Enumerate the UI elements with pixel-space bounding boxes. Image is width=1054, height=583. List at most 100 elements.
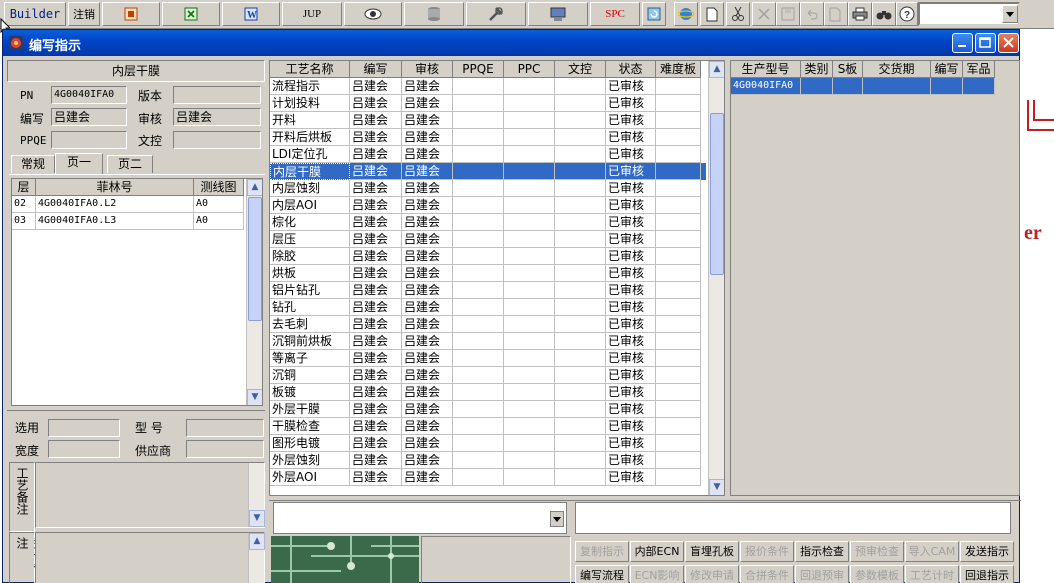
process-cell[interactable]: 已审核 — [606, 78, 656, 95]
process-cell[interactable] — [656, 299, 701, 316]
process-cell[interactable] — [504, 299, 555, 316]
process-cell[interactable] — [656, 435, 701, 452]
tools-icon[interactable] — [466, 2, 526, 26]
process-cell[interactable]: 吕建会 — [350, 435, 402, 452]
process-cell[interactable]: 吕建会 — [350, 316, 402, 333]
test-chart-col-header[interactable]: 测线图 — [194, 179, 244, 196]
process-cell[interactable]: 吕建会 — [402, 180, 453, 197]
layer-col-header[interactable]: 层 — [12, 179, 36, 196]
process-cell[interactable] — [656, 418, 701, 435]
process-cell[interactable] — [453, 469, 504, 486]
process-cell[interactable] — [453, 95, 504, 112]
chevron-down-icon[interactable] — [1002, 5, 1018, 23]
process-cell[interactable]: 吕建会 — [350, 231, 402, 248]
process-cell[interactable]: 吕建会 — [402, 95, 453, 112]
process-cell[interactable] — [656, 452, 701, 469]
process-cell[interactable] — [555, 350, 606, 367]
process-cell[interactable]: 吕建会 — [402, 367, 453, 384]
product-cell[interactable]: 4G0040IFA0 — [731, 78, 801, 95]
process-cell[interactable]: 吕建会 — [350, 197, 402, 214]
product-col-header[interactable]: S板 — [833, 61, 863, 78]
toolbar-dropdown[interactable] — [918, 2, 1020, 26]
process-cell[interactable] — [656, 350, 701, 367]
process-cell[interactable]: 已审核 — [606, 452, 656, 469]
process-cell[interactable]: 流程指示 — [270, 78, 350, 95]
process-row[interactable]: 等离子 吕建会 吕建会 已审核 — [270, 350, 706, 367]
process-cell[interactable]: 吕建会 — [402, 435, 453, 452]
process-cell[interactable] — [453, 248, 504, 265]
process-cell[interactable]: 已审核 — [606, 367, 656, 384]
process-cell[interactable]: 吕建会 — [402, 452, 453, 469]
process-cell[interactable] — [504, 197, 555, 214]
process-row[interactable]: 图形电镀 吕建会 吕建会 已审核 — [270, 435, 706, 452]
action-button[interactable]: 参数模板 — [850, 565, 904, 583]
database-icon[interactable] — [404, 2, 464, 26]
process-cell[interactable]: 内层蚀刻 — [270, 180, 350, 197]
process-cell[interactable] — [656, 146, 701, 163]
action-button[interactable]: 编写流程 — [575, 565, 629, 583]
jup-button[interactable]: JUP — [282, 2, 342, 26]
process-cell[interactable]: 等离子 — [270, 350, 350, 367]
process-cell[interactable] — [453, 299, 504, 316]
process-cell[interactable]: 吕建会 — [350, 384, 402, 401]
chevron-down-icon[interactable] — [550, 511, 564, 527]
action-button[interactable]: 回退预审 — [795, 565, 849, 583]
process-cell[interactable] — [504, 401, 555, 418]
cut-icon[interactable] — [726, 2, 750, 26]
product-cell[interactable] — [963, 78, 995, 95]
process-cell[interactable]: 吕建会 — [350, 333, 402, 350]
process-cell[interactable]: 计划投料 — [270, 95, 350, 112]
process-row[interactable]: 开料 吕建会 吕建会 已审核 — [270, 112, 706, 129]
pn-field[interactable]: 4G0040IFA0 — [51, 86, 127, 104]
product-cell[interactable] — [833, 78, 863, 95]
process-cell[interactable]: 吕建会 — [350, 248, 402, 265]
process-cell[interactable] — [555, 248, 606, 265]
process-cell[interactable] — [504, 95, 555, 112]
refresh-icon[interactable] — [642, 2, 666, 26]
process-col-header[interactable]: PPQE — [453, 61, 504, 78]
process-cell[interactable] — [656, 248, 701, 265]
scroll-thumb[interactable] — [710, 113, 724, 275]
process-cell[interactable]: LDI定位孔 — [270, 146, 350, 163]
process-cell[interactable]: 吕建会 — [402, 401, 453, 418]
process-cell[interactable] — [656, 384, 701, 401]
process-cell[interactable]: 板镀 — [270, 384, 350, 401]
process-cell[interactable]: 层压 — [270, 231, 350, 248]
process-row[interactable]: 干膜检查 吕建会 吕建会 已审核 — [270, 418, 706, 435]
process-col-header[interactable]: 状态 — [606, 61, 656, 78]
process-cell[interactable]: 吕建会 — [402, 163, 453, 180]
action-button[interactable]: 工艺计时 — [905, 565, 959, 583]
process-cell[interactable] — [453, 78, 504, 95]
scroll-down-icon[interactable]: ▼ — [709, 479, 724, 495]
process-cell[interactable]: 吕建会 — [350, 367, 402, 384]
eye-icon[interactable] — [344, 2, 402, 26]
process-cell[interactable]: 已审核 — [606, 180, 656, 197]
process-cell[interactable]: 吕建会 — [402, 265, 453, 282]
minimize-button[interactable] — [952, 33, 973, 53]
process-cell[interactable] — [504, 265, 555, 282]
process-row[interactable]: LDI定位孔 吕建会 吕建会 已审核 — [270, 146, 706, 163]
process-cell[interactable]: 已审核 — [606, 418, 656, 435]
process-cell[interactable]: 已审核 — [606, 146, 656, 163]
width-field[interactable] — [48, 440, 120, 458]
process-cell[interactable] — [504, 129, 555, 146]
process-cell[interactable] — [555, 95, 606, 112]
layer-cell[interactable]: 4G0040IFA0.L3 — [36, 213, 194, 230]
process-cell[interactable] — [555, 265, 606, 282]
process-cell[interactable] — [504, 316, 555, 333]
process-cell[interactable] — [453, 231, 504, 248]
ie-icon[interactable] — [674, 2, 698, 26]
process-row[interactable]: 内层AOI 吕建会 吕建会 已审核 — [270, 197, 706, 214]
process-cell[interactable]: 已审核 — [606, 197, 656, 214]
scroll-up-icon[interactable]: ▲ — [249, 533, 265, 550]
process-cell[interactable] — [656, 469, 701, 486]
excel-icon[interactable] — [162, 2, 220, 26]
process-cell[interactable]: 图形电镀 — [270, 435, 350, 452]
process-row[interactable]: 板镀 吕建会 吕建会 已审核 — [270, 384, 706, 401]
layer-cell[interactable]: A0 — [194, 213, 244, 230]
process-cell[interactable] — [555, 214, 606, 231]
process-cell[interactable]: 钻孔 — [270, 299, 350, 316]
process-cell[interactable] — [453, 418, 504, 435]
process-cell[interactable] — [453, 129, 504, 146]
process-col-header[interactable]: 难度板 — [656, 61, 701, 78]
